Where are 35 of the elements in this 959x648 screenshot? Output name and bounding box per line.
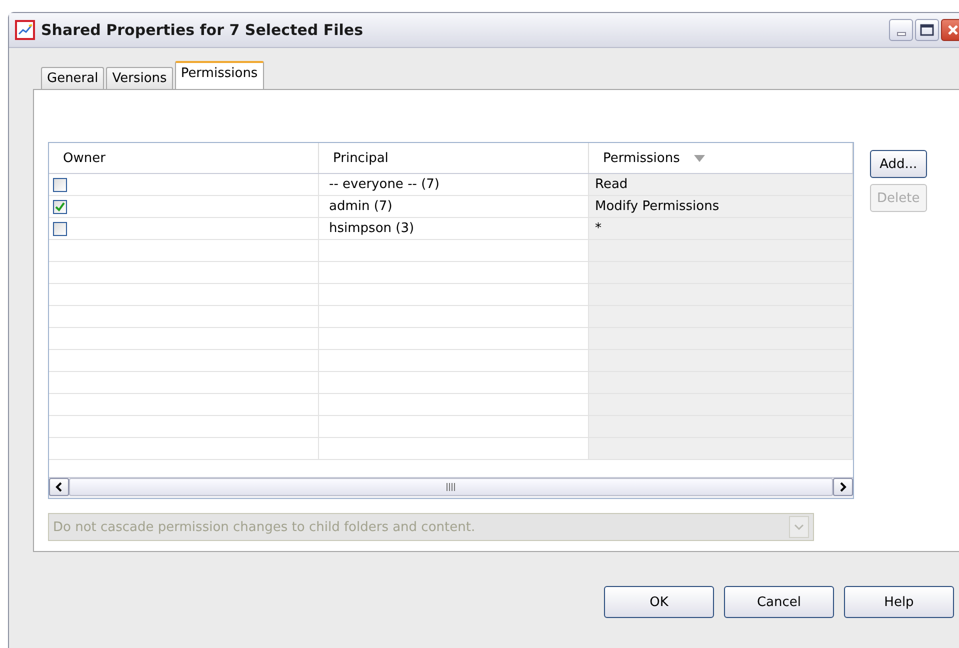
owner-checkbox[interactable] (53, 200, 67, 214)
maximize-button[interactable] (915, 19, 939, 41)
tab[interactable]: General (41, 67, 104, 89)
column-header[interactable]: Owner (49, 143, 319, 173)
table-cell: Modify Permissions (589, 196, 853, 218)
tab[interactable]: Versions (106, 67, 173, 89)
chevron-right-icon (839, 482, 847, 492)
table-cell: admin (7) (319, 196, 589, 218)
chart-icon (15, 20, 35, 40)
grip-icon (446, 483, 456, 491)
minimize-icon (896, 32, 906, 36)
maximize-icon (920, 24, 934, 36)
dialog-button[interactable]: OK (604, 586, 714, 618)
table-action-button[interactable]: Add... (870, 150, 927, 178)
owner-checkbox[interactable] (53, 222, 67, 236)
dialog-button[interactable]: Cancel (724, 586, 834, 618)
close-button[interactable] (941, 19, 959, 41)
scroll-left-button[interactable] (49, 478, 69, 496)
table-cell: -- everyone -- (7) (319, 174, 589, 196)
chevron-left-icon (55, 482, 63, 492)
owner-checkbox[interactable] (53, 178, 67, 192)
column-header[interactable]: Permissions (589, 143, 853, 173)
horizontal-scrollbar[interactable] (49, 477, 853, 498)
dialog-button[interactable]: Help (844, 586, 954, 618)
sort-arrow-icon (694, 154, 705, 162)
table-cell: hsimpson (3) (319, 218, 589, 240)
table-cell: Read (589, 174, 853, 196)
checkmark-icon (55, 202, 65, 212)
close-icon (947, 24, 959, 36)
chevron-down-icon (794, 524, 804, 530)
table-cell: * (589, 218, 853, 240)
column-header[interactable]: Principal (319, 143, 589, 173)
tab[interactable]: Permissions (174, 61, 264, 89)
window-title: Shared Properties for 7 Selected Files (41, 21, 364, 39)
scroll-right-button[interactable] (833, 478, 853, 496)
